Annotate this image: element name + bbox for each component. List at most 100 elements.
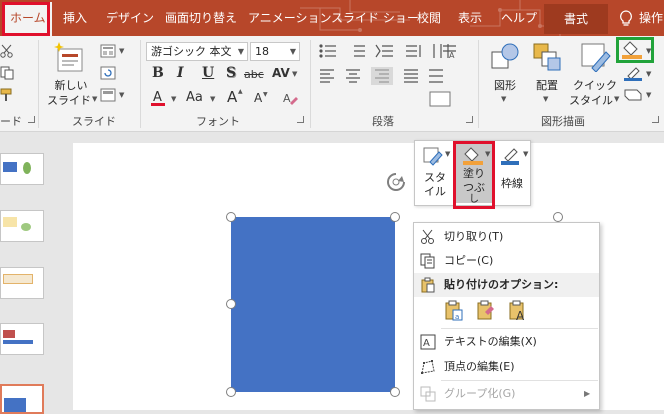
outline-pen-icon[interactable] — [499, 146, 523, 166]
menu-item-edit-points[interactable]: 頂点の編集(E) — [414, 355, 599, 379]
style-label-line1[interactable]: スタ — [420, 171, 450, 185]
tab-help[interactable]: ヘルプ — [501, 0, 537, 36]
slide-thumbnail[interactable] — [0, 153, 44, 185]
quick-style-label-line1[interactable]: クイック — [570, 77, 620, 93]
font-color-icon[interactable]: A — [150, 88, 166, 108]
chevron-down-icon[interactable]: ▼ — [501, 95, 506, 103]
group-label-clipboard: ード — [0, 115, 22, 128]
tab-animations[interactable]: アニメーション — [248, 0, 332, 36]
tab-insert[interactable]: 挿入 — [63, 0, 87, 36]
paste-icon — [421, 277, 435, 293]
chevron-down-icon[interactable]: ▼ — [445, 150, 450, 158]
group-label-slide: スライド — [72, 115, 116, 128]
style-label-line2[interactable]: イル — [420, 185, 450, 199]
font-name-box[interactable]: 游ゴシック 本文 ▼ — [146, 42, 248, 61]
shapes-label[interactable]: 図形 — [490, 77, 520, 93]
paste-use-destination-theme-icon[interactable]: a — [444, 300, 464, 322]
paragraph-launcher[interactable] — [466, 116, 473, 123]
chevron-down-icon[interactable]: ▼ — [292, 70, 297, 78]
group-separator — [478, 40, 479, 128]
resize-handle[interactable] — [226, 212, 236, 222]
bold-button[interactable]: B — [152, 65, 164, 81]
lightbulb-icon — [620, 10, 632, 26]
chevron-down-icon[interactable]: ▼ — [646, 91, 651, 99]
tab-slideshow[interactable]: スライド ショー — [331, 0, 419, 36]
shape-effects-icon[interactable] — [622, 88, 644, 102]
highlight-shape-fill — [616, 37, 654, 63]
thumb-shape — [3, 217, 17, 227]
chevron-down-icon[interactable]: ▼ — [171, 95, 176, 103]
change-case-button[interactable]: Aa — [186, 90, 203, 105]
chevron-down-icon[interactable]: ▼ — [210, 95, 215, 103]
italic-button[interactable]: I — [177, 65, 184, 81]
arrange-label[interactable]: 配置 — [530, 77, 564, 93]
slide-thumbnail[interactable] — [0, 323, 44, 355]
tell-me-search[interactable]: 操作 — [639, 0, 663, 36]
copy-icon[interactable] — [0, 66, 16, 80]
underline-button[interactable]: U — [202, 65, 214, 81]
drawing-launcher[interactable] — [652, 116, 659, 123]
edit-points-icon — [421, 360, 435, 374]
slide-thumbnail[interactable] — [0, 210, 44, 242]
paste-text-only-icon[interactable]: A — [508, 300, 528, 322]
shape-style-icon[interactable] — [422, 146, 444, 166]
chevron-down-icon[interactable]: ▼ — [238, 43, 244, 60]
new-slide-icon[interactable] — [54, 41, 86, 75]
arrange-icon[interactable] — [532, 42, 562, 72]
svg-text:A: A — [516, 309, 525, 322]
resize-handle[interactable] — [553, 212, 563, 222]
tab-format[interactable]: 書式 — [544, 4, 608, 34]
menu-item-copy[interactable]: コピー(C) — [414, 249, 599, 273]
chevron-down-icon[interactable]: ▼ — [119, 91, 124, 99]
rotate-handle-icon[interactable] — [384, 170, 408, 194]
svg-text:A: A — [283, 92, 291, 105]
resize-handle[interactable] — [390, 212, 400, 222]
menu-item-cut[interactable]: 切り取り(T) — [414, 225, 599, 249]
font-size-box[interactable]: 18 ▼ — [250, 42, 300, 61]
font-launcher[interactable] — [297, 116, 304, 123]
shape-outline-icon[interactable] — [622, 66, 644, 82]
resize-handle[interactable] — [226, 299, 236, 309]
clipboard-launcher[interactable] — [28, 116, 35, 123]
chevron-down-icon[interactable]: ▼ — [119, 47, 124, 55]
triangle-up-icon: ▲ — [238, 88, 243, 95]
tab-design[interactable]: デザイン — [106, 0, 154, 36]
thumb-figure — [23, 162, 31, 174]
section-icon[interactable] — [100, 88, 116, 102]
format-painter-icon[interactable] — [0, 88, 16, 102]
chevron-down-icon[interactable]: ▼ — [92, 95, 97, 103]
menu-item-edit-text[interactable]: A テキストの編集(X) — [414, 330, 599, 354]
outline-label[interactable]: 枠線 — [497, 177, 527, 191]
chevron-down-icon[interactable]: ▼ — [543, 95, 548, 103]
reset-slide-icon[interactable] — [100, 66, 116, 80]
new-slide-label-line2[interactable]: スライド — [46, 92, 92, 108]
tab-transitions[interactable]: 画面切り替え — [165, 0, 237, 36]
paragraph-controls-icon[interactable]: A — [318, 42, 463, 114]
chevron-down-icon[interactable]: ▼ — [290, 43, 296, 60]
slide-thumbnail[interactable] — [0, 267, 44, 299]
menu-item-group[interactable]: グループ化(G) ▶ — [414, 382, 599, 406]
chevron-down-icon[interactable]: ▼ — [523, 150, 528, 158]
paste-keep-source-formatting-icon[interactable] — [476, 300, 496, 322]
quick-style-icon[interactable] — [578, 42, 612, 72]
shapes-icon[interactable] — [490, 42, 520, 72]
tab-view[interactable]: 表示 — [458, 0, 482, 36]
resize-handle[interactable] — [390, 387, 400, 397]
chevron-down-icon[interactable]: ▼ — [614, 95, 619, 103]
quick-style-label-line2[interactable]: スタイル — [566, 92, 616, 108]
selected-rectangle-shape[interactable] — [231, 217, 395, 392]
thumb-shape — [3, 330, 15, 338]
group-separator — [140, 40, 141, 128]
new-slide-label-line1[interactable]: 新しい — [52, 77, 90, 93]
tab-review[interactable]: 校閲 — [417, 0, 441, 36]
layout-icon[interactable] — [100, 44, 116, 58]
cut-icon[interactable] — [0, 44, 14, 58]
strikethrough-button[interactable]: abc — [244, 68, 264, 81]
grow-font-button[interactable]: A — [227, 88, 237, 106]
clear-formatting-icon[interactable]: A — [282, 90, 298, 106]
shrink-font-button[interactable]: A — [254, 91, 262, 105]
chevron-down-icon[interactable]: ▼ — [646, 70, 651, 78]
char-spacing-button[interactable]: AV — [272, 66, 290, 80]
resize-handle[interactable] — [226, 387, 236, 397]
shadow-button[interactable]: S — [226, 65, 236, 81]
